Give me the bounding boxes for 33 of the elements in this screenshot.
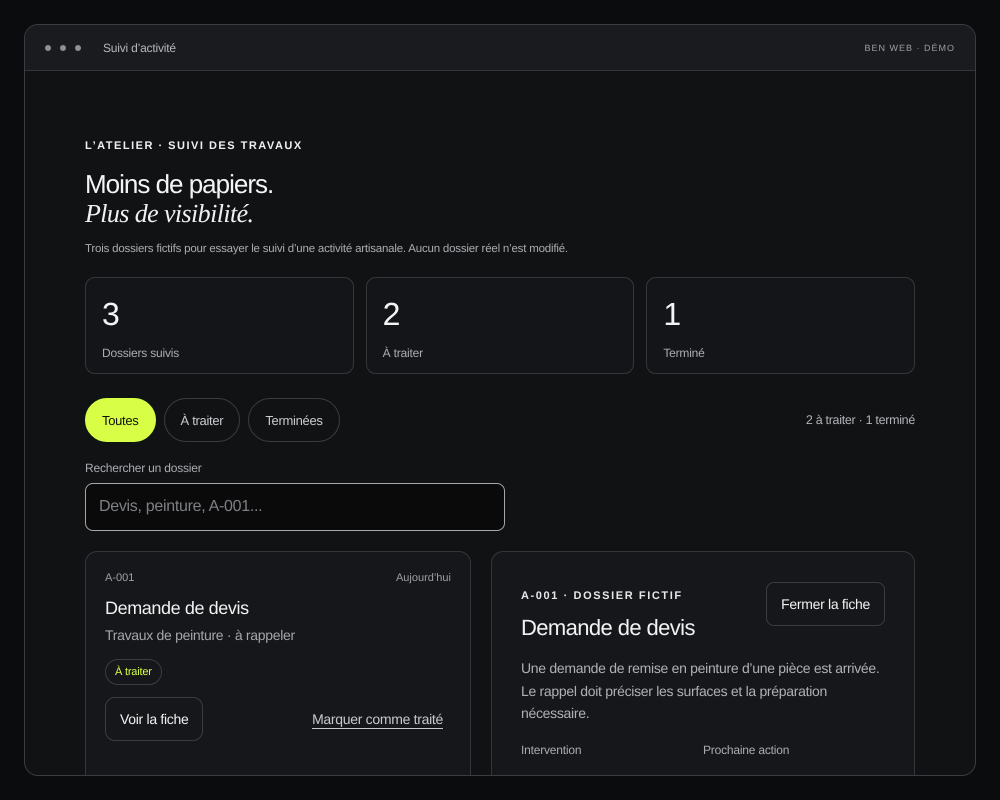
search-field[interactable]: Devis, peinture, A-001... (85, 483, 505, 531)
dossier-subtitle: Travaux de peinture · à rappeler (105, 627, 296, 643)
window-controls-icon (45, 44, 81, 50)
field-label: Intervention (521, 742, 582, 756)
status-badge: À traiter (105, 659, 162, 685)
intro-text: Trois dossiers fictifs pour essayer le suivi d’une activité artisanale. Aucun dossier réel n’est modifié. (85, 243, 569, 255)
brand-label: BEN WEB · DÉMO (864, 42, 955, 52)
eyebrow-text: L’ATELIER · SUIVI DES TRAVAUX (85, 140, 304, 152)
view-button[interactable]: Voir la fiche (105, 697, 204, 741)
stat-value: 2 (382, 296, 400, 332)
headline: Moins de papiers. (85, 169, 274, 199)
window-title: Suivi d’activité (103, 40, 177, 54)
filter-summary: 2 à traiter · 1 terminé (806, 413, 915, 427)
mark-done-link[interactable]: Marquer comme traité (312, 711, 443, 727)
dossier-card[interactable]: A-001 Aujourd’hui Demande de devis Travaux de peinture · à rappeler À traiter Voir la fiche Marquer comme traité (85, 551, 471, 775)
field-label: Prochaine action (703, 742, 790, 756)
filter-tab[interactable]: À traiter (164, 398, 240, 442)
filter-tab[interactable]: Toutes (85, 398, 156, 442)
filter-tab[interactable]: Terminées (248, 398, 340, 442)
stat-value: 1 (663, 296, 682, 332)
dossier-id: A-001 (105, 572, 134, 584)
dossier-title: Demande de devis (105, 598, 250, 619)
stat-label: Terminé (663, 346, 706, 360)
dossier-date: Aujourd’hui (396, 572, 451, 584)
headline-italic: Plus de visibilité. (85, 199, 254, 229)
detail-description: Une demande de remise en peinture d’une pièce est arrivée. Le rappel doit préciser les surfaces et la préparation nécessaire. (521, 659, 880, 723)
stat-value: 3 (102, 296, 120, 332)
search-label: Rechercher un dossier (85, 461, 203, 475)
stat-label: Dossiers suivis (102, 346, 180, 360)
detail-title: Demande de devis (521, 615, 695, 641)
detail-eyebrow: A-001 · DOSSIER FICTIF (521, 590, 684, 602)
close-sheet-button[interactable]: Fermer la fiche (766, 582, 885, 626)
stat-label: À traiter (382, 346, 424, 360)
